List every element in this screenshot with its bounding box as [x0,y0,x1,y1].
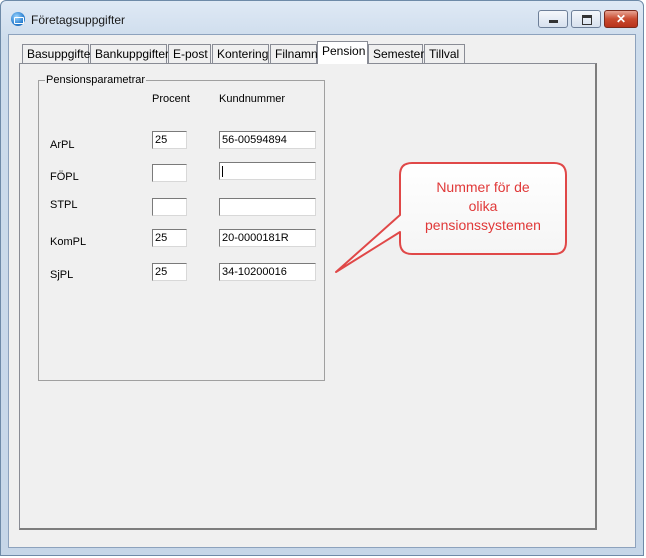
callout-line-3: pensionssystemen [425,217,541,233]
callout-bubble [335,162,567,273]
tab-label: Pension [322,44,366,58]
callout-text: Nummer för de olika pensionssystemen [403,178,563,235]
tab-pension[interactable]: Pension [317,41,368,64]
callout-line-1: Nummer för de [436,179,530,195]
callout-line-2: olika [468,198,498,214]
